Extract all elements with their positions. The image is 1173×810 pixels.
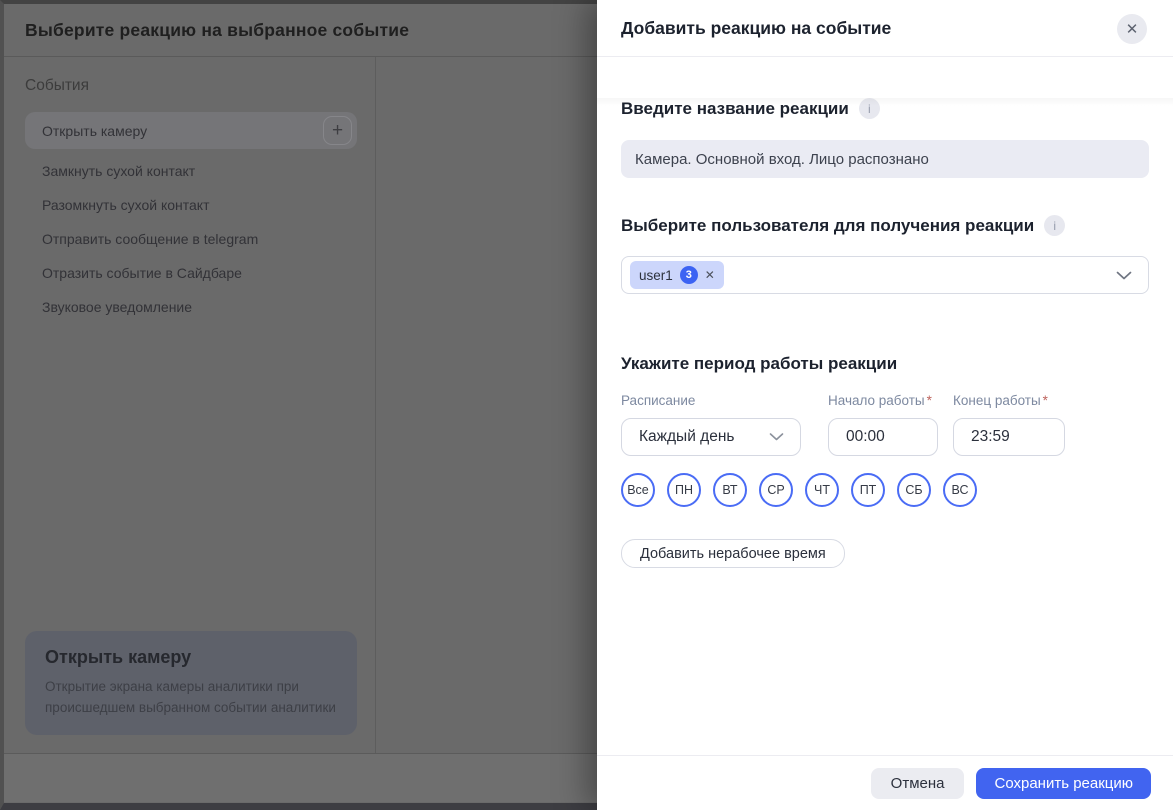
event-item-sidebar-event[interactable]: Отразить событие в Сайдбаре [25,256,357,290]
add-offtime-button[interactable]: Добавить нерабочее время [621,539,845,568]
save-reaction-button[interactable]: Сохранить реакцию [976,767,1151,799]
reaction-name-label-row: Введите название реакции i [621,98,1149,119]
event-detail-title: Открыть камеру [45,647,192,668]
day-pill-wed[interactable]: СР [759,473,793,507]
end-time-input[interactable]: 23:59 [953,418,1065,456]
period-field-labels: Расписание Начало работы * Конец работы * [621,393,1149,408]
day-pill-fri[interactable]: ПТ [851,473,885,507]
event-item-label: Открыть камеру [42,122,148,139]
schedule-label: Расписание [621,393,696,408]
events-section-title: События [25,77,89,94]
event-item-sound-notification[interactable]: Звуковое уведомление [25,290,357,324]
close-icon: ✕ [1125,21,1139,38]
required-asterisk: * [926,393,932,408]
schedule-select[interactable]: Каждый день [621,418,801,456]
day-pill-sat[interactable]: СБ [897,473,931,507]
modal-title: Добавить реакцию на событие [621,17,892,38]
screen: Выберите реакцию на выбранное событие Со… [0,0,1173,810]
event-item-telegram-message[interactable]: Отправить сообщение в telegram [25,222,357,256]
user-select[interactable]: user1 3 ✕ [621,256,1149,294]
start-time-input[interactable]: 00:00 [828,418,938,456]
user-select-label-row: Выберите пользователя для получения реак… [621,215,1149,236]
event-detail-card: Открыть камеру Открытие экрана камеры ан… [25,631,357,735]
event-item-open-dry-contact[interactable]: Разомкнуть сухой контакт [25,188,357,222]
chevron-down-icon [1116,271,1132,279]
day-pill-all[interactable]: Все [621,473,655,507]
plus-icon: + [331,120,344,141]
info-icon[interactable]: i [858,98,880,119]
user-chip-name: user1 [639,267,673,283]
reaction-name-label: Введите название реакции [621,98,849,118]
cancel-button[interactable]: Отмена [870,767,965,799]
user-chip: user1 3 ✕ [630,261,724,289]
start-time-label: Начало работы * [828,393,932,408]
chip-remove-icon[interactable]: ✕ [705,268,715,282]
event-detail-description: Открытие экрана камеры аналитики при про… [45,679,336,716]
event-item-close-dry-contact[interactable]: Замкнуть сухой контакт [25,154,357,188]
close-button[interactable]: ✕ [1117,14,1147,44]
period-section-heading: Укажите период работы реакции [621,354,898,373]
modal-footer: Отмена Сохранить реакцию [597,755,1173,810]
weekday-selector: Все ПН ВТ СР ЧТ ПТ СБ ВС [621,473,1149,507]
end-time-label: Конец работы * [953,393,1048,408]
add-reaction-button[interactable]: + [323,116,352,145]
day-pill-mon[interactable]: ПН [667,473,701,507]
info-icon[interactable]: i [1044,215,1066,236]
event-item-open-camera[interactable]: Открыть камеру + [25,112,357,149]
chevron-down-icon [769,433,784,441]
events-panel: События Открыть камеру + Замкнуть сухой … [4,57,375,753]
background-dialog-title: Выберите реакцию на выбранное событие [25,19,410,40]
user-chip-count-badge: 3 [679,266,698,284]
day-pill-tue[interactable]: ВТ [713,473,747,507]
modal-header: Добавить реакцию на событие ✕ [597,0,1173,57]
reaction-name-input[interactable]: Камера. Основной вход. Лицо распознано [621,140,1149,178]
required-asterisk: * [1042,393,1048,408]
add-reaction-modal: Добавить реакцию на событие ✕ Введите на… [597,0,1173,810]
schedule-select-value: Каждый день [639,428,735,445]
panel-divider [375,57,376,753]
user-select-label: Выберите пользователя для получения реак… [621,215,1035,235]
modal-body: Введите название реакции i Камера. Основ… [597,98,1173,568]
day-pill-thu[interactable]: ЧТ [805,473,839,507]
day-pill-sun[interactable]: ВС [943,473,977,507]
period-controls-row: Каждый день 00:00 23:59 [621,418,1149,456]
